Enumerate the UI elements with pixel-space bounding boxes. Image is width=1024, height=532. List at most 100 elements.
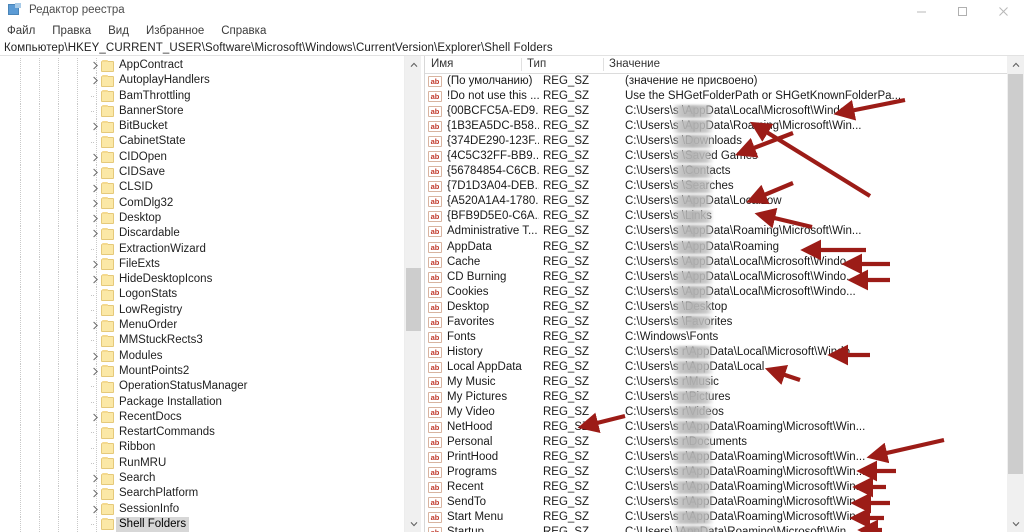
tree-item[interactable]: RecentDocs bbox=[0, 409, 404, 426]
menu-item-4[interactable]: Справка bbox=[221, 25, 274, 37]
tree-vertical-scrollbar[interactable] bbox=[404, 56, 421, 532]
tree-item[interactable]: Discardable bbox=[0, 226, 404, 242]
table-row[interactable]: ab {374DE290-123F... REG_SZ C:\Users\s \Dow… bbox=[425, 134, 1007, 149]
table-row[interactable]: ab {00BCFC5A-ED9... REG_SZ C:\Users\s \AppD… bbox=[425, 104, 1007, 119]
tree-item[interactable]: CLSID bbox=[0, 180, 404, 196]
registry-values-pane[interactable]: Имя Тип Значение ab (По умолчанию) REG_SZ (… bbox=[424, 56, 1007, 532]
column-header-value[interactable]: Значение bbox=[603, 56, 1007, 73]
cell-value: Use the SHGetFolderPath or SHGetKnownFol… bbox=[625, 90, 902, 103]
table-row[interactable]: ab {4C5C32FF-BB9... REG_SZ C:\Users\s \Save… bbox=[425, 149, 1007, 164]
table-row[interactable]: ab CD Burning REG_SZ C:\Users\s \AppData\Lo… bbox=[425, 270, 1007, 285]
table-row[interactable]: ab Desktop REG_SZ C:\Users\s \Desktop bbox=[425, 300, 1007, 315]
maximize-button[interactable] bbox=[942, 0, 983, 22]
tree-item[interactable]: LowRegistry bbox=[0, 302, 404, 319]
table-row[interactable]: ab Favorites REG_SZ C:\Users\s \Favorites bbox=[425, 315, 1007, 330]
table-row[interactable]: ab {1B3EA5DC-B58... REG_SZ C:\Users\s \AppD… bbox=[425, 119, 1007, 134]
tree-item-label: BitBucket bbox=[119, 120, 168, 133]
tree-scroll-thumb[interactable] bbox=[406, 268, 421, 331]
table-row[interactable]: ab NetHood REG_SZ C:\Users\s r\AppData\Roam… bbox=[425, 420, 1007, 435]
table-row[interactable]: ab My Pictures REG_SZ C:\Users\s r\Pictures bbox=[425, 390, 1007, 405]
tree-indent-guide bbox=[20, 302, 21, 319]
tree-item[interactable]: FileExts bbox=[0, 256, 404, 273]
tree-item[interactable]: MountPoints2 bbox=[0, 363, 404, 380]
column-header-name[interactable]: Имя bbox=[425, 56, 521, 73]
tree-item[interactable]: BamThrottling bbox=[0, 88, 404, 104]
table-row[interactable]: ab Local AppData REG_SZ C:\Users\s r\AppDat… bbox=[425, 360, 1007, 375]
tree-item[interactable]: Search bbox=[0, 471, 404, 487]
cell-name: {00BCFC5A-ED9... bbox=[447, 105, 539, 118]
menu-item-3[interactable]: Избранное bbox=[146, 25, 212, 37]
address-bar[interactable]: Компьютер\HKEY_CURRENT_USER\Software\Mic… bbox=[0, 41, 1024, 55]
minimize-button[interactable] bbox=[901, 0, 942, 22]
registry-tree-pane[interactable]: AppContract AutoplayHandlers BamThrottling… bbox=[0, 56, 404, 532]
tree-item[interactable]: ExtractionWizard bbox=[0, 241, 404, 257]
table-row[interactable]: ab SendTo REG_SZ C:\Users\s r\AppData\Roami… bbox=[425, 495, 1007, 510]
table-row[interactable]: ab {56784854-C6CB... REG_SZ C:\Users\s \Con… bbox=[425, 164, 1007, 179]
tree-item[interactable]: SessionInfo bbox=[0, 501, 404, 517]
tree-item[interactable]: MMStuckRects3 bbox=[0, 333, 404, 349]
table-row[interactable]: ab Cookies REG_SZ C:\Users\s \AppData\Local… bbox=[425, 285, 1007, 300]
tree-item[interactable]: RunMRU bbox=[0, 455, 404, 472]
tree-item[interactable]: AppContract bbox=[0, 58, 404, 74]
list-scroll-down-icon[interactable] bbox=[1007, 515, 1024, 532]
folder-icon bbox=[101, 503, 114, 516]
menu-item-0[interactable]: Файл bbox=[7, 25, 43, 37]
table-row[interactable]: ab Cache REG_SZ C:\Users\s \AppData\Local\M… bbox=[425, 255, 1007, 270]
tree-item[interactable]: LogonStats bbox=[0, 287, 404, 303]
string-value-ab-icon: ab bbox=[428, 482, 442, 494]
table-row[interactable]: ab !Do not use this ... REG_SZ Use the SHGe… bbox=[425, 89, 1007, 104]
folder-icon bbox=[101, 350, 114, 363]
tree-item[interactable]: BitBucket bbox=[0, 119, 404, 135]
table-row[interactable]: ab Recent REG_SZ C:\Users\s r\AppData\Roami… bbox=[425, 480, 1007, 495]
table-row[interactable]: ab AppData REG_SZ C:\Users\s \AppData\Roami… bbox=[425, 240, 1007, 255]
table-row[interactable]: ab Personal REG_SZ C:\Users\s r\Documents bbox=[425, 435, 1007, 450]
table-row[interactable]: ab History REG_SZ C:\Users\s r\AppData\Loca… bbox=[425, 345, 1007, 360]
tree-item[interactable]: Package Installation bbox=[0, 394, 404, 410]
close-button[interactable] bbox=[983, 0, 1024, 22]
tree-indent-guide bbox=[58, 180, 59, 196]
table-row[interactable]: ab My Video REG_SZ C:\Users\s r\Videos bbox=[425, 405, 1007, 420]
tree-item-selected[interactable]: Shell Folders bbox=[0, 516, 404, 532]
table-row[interactable]: ab Programs REG_SZ C:\Users\s r\AppData\Roa… bbox=[425, 465, 1007, 480]
tree-scroll-down-icon[interactable] bbox=[405, 515, 422, 532]
table-row[interactable]: ab Startup REG_SZ C:\Users\ \AppData\Roamin… bbox=[425, 525, 1007, 532]
menu-item-1[interactable]: Правка bbox=[52, 25, 99, 37]
tree-item[interactable]: Modules bbox=[0, 348, 404, 364]
tree-item[interactable]: ComDlg32 bbox=[0, 195, 404, 211]
tree-indent-guide bbox=[39, 516, 40, 532]
tree-item[interactable]: CIDSave bbox=[0, 165, 404, 181]
column-header-type[interactable]: Тип bbox=[521, 56, 603, 73]
tree-item[interactable]: BannerStore bbox=[0, 103, 404, 120]
table-row[interactable]: ab My Music REG_SZ C:\Users\s r\Music bbox=[425, 375, 1007, 390]
table-row[interactable]: ab {BFB9D5E0-C6A... REG_SZ C:\Users\s \Link… bbox=[425, 209, 1007, 224]
table-row[interactable]: ab Fonts REG_SZ C:\Windows\Fonts bbox=[425, 330, 1007, 345]
list-scroll-thumb[interactable] bbox=[1008, 74, 1023, 474]
table-row[interactable]: ab Start Menu REG_SZ C:\Users\s r\AppData\R… bbox=[425, 510, 1007, 525]
tree-indent-guide bbox=[77, 73, 78, 89]
string-value-ab-icon: ab bbox=[428, 331, 442, 343]
cell-type: REG_SZ bbox=[543, 75, 590, 87]
tree-item[interactable]: MenuOrder bbox=[0, 318, 404, 334]
tree-item[interactable]: HideDesktopIcons bbox=[0, 272, 404, 288]
table-row[interactable]: ab (По умолчанию) REG_SZ (значение не присв… bbox=[425, 74, 1007, 89]
tree-item[interactable]: Ribbon bbox=[0, 440, 404, 456]
table-row[interactable]: ab {A520A1A4-1780... REG_SZ C:\Users\s \App… bbox=[425, 194, 1007, 209]
registry-values-list: ab (По умолчанию) REG_SZ (значение не присв… bbox=[425, 74, 1007, 532]
list-scroll-up-icon[interactable] bbox=[1007, 56, 1024, 73]
table-row[interactable]: ab {7D1D3A04-DEB... REG_SZ C:\Users\s \Sear… bbox=[425, 179, 1007, 194]
tree-item[interactable]: RestartCommands bbox=[0, 425, 404, 441]
folder-icon bbox=[101, 197, 114, 210]
tree-item[interactable]: CIDOpen bbox=[0, 149, 404, 166]
tree-indent-guide bbox=[39, 103, 40, 120]
menu-item-2[interactable]: Вид bbox=[108, 25, 137, 37]
tree-item[interactable]: AutoplayHandlers bbox=[0, 73, 404, 89]
table-row[interactable]: ab PrintHood REG_SZ C:\Users\s r\AppData\Ro… bbox=[425, 450, 1007, 465]
list-vertical-scrollbar[interactable] bbox=[1007, 56, 1024, 532]
tree-item[interactable]: CabinetState bbox=[0, 134, 404, 150]
tree-item[interactable]: OperationStatusManager bbox=[0, 379, 404, 395]
tree-item-label: AutoplayHandlers bbox=[119, 74, 210, 87]
tree-item[interactable]: Desktop bbox=[0, 210, 404, 227]
tree-item[interactable]: SearchPlatform bbox=[0, 486, 404, 502]
tree-scroll-up-icon[interactable] bbox=[405, 56, 422, 73]
table-row[interactable]: ab Administrative T... REG_SZ C:\Users\s \A… bbox=[425, 224, 1007, 239]
